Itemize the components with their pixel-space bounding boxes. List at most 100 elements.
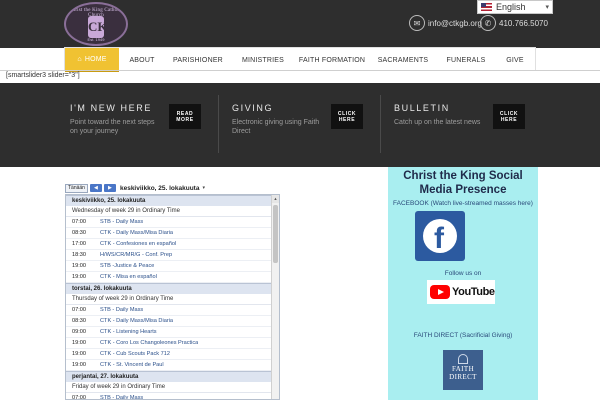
event-title[interactable]: STB - Daily Mass [100,393,143,399]
agenda-event-row[interactable]: 07:00 STB - Daily Mass [66,217,271,228]
event-time: 08:30 [72,318,86,324]
agenda-list: keskiviikko, 25. lokakuuta Wednesday of w… [66,195,271,400]
youtube-logo[interactable]: YouTube [427,280,495,304]
nav-item-sacraments[interactable]: SACRAMENTS [369,48,437,72]
promo-giving: GIVING Electronic giving using Faith Dir… [232,83,382,167]
email-contact[interactable]: ✉ info@ctkgb.org [409,14,482,32]
bulletin-click-here-button[interactable]: CLICK HERE [493,104,525,129]
nav-label: GIVE [506,56,524,64]
event-title[interactable]: CTK - St. Vincent de Paul [100,360,164,370]
agenda-event-row[interactable]: 19:00 CTK - Cub Scouts Pack 712 [66,349,271,360]
event-time: 07:00 [72,219,86,225]
slider-shortcode-text: [smartslider3 slider="3"] [6,72,80,79]
agenda-event-row[interactable]: 19:00 CTK - Misa en español [66,272,271,283]
event-title[interactable]: CTK - Daily Mass/Misa Diaria [100,228,173,238]
scroll-thumb[interactable] [273,205,278,263]
agenda-day-heading: torstai, 26. lokakuuta [66,283,271,294]
chevron-down-icon: ▾ [545,4,549,11]
event-time: 08:30 [72,230,86,236]
agenda-event-row[interactable]: 09:00 CTK - Listening Hearts [66,327,271,338]
promo-subtitle: Catch up on the latest news [394,119,481,126]
agenda-event-row[interactable]: 18:30 H/WS/CR/MR/G - Conf. Prep [66,250,271,261]
promo-title: BULLETIN [394,103,450,113]
nav-item-ministries[interactable]: MINISTRIES [231,48,295,72]
promo-divider [380,95,381,153]
facebook-circle: f [423,219,457,254]
nav-divider [0,70,600,71]
agenda-event-row[interactable]: 08:30 CTK - Daily Mass/Misa Diaria [66,316,271,327]
agenda-week-label: Wednesday of week 29 in Ordinary Time [66,206,271,217]
event-time: 19:00 [72,340,86,346]
agenda-event-row[interactable]: 19:00 STB -Justice & Peace [66,261,271,272]
social-title: Christ the King Social Media Presence [403,170,523,196]
nav-label: SACRAMENTS [377,56,429,64]
promo-subtitle: Point toward the next steps on your jour… [70,119,155,135]
event-title[interactable]: H/WS/CR/MR/G - Conf. Prep [100,250,172,260]
nav-label: PARISHIONER [173,56,223,64]
faith-direct-caption: FAITH DIRECT (Sacrificial Giving) [413,332,513,339]
event-title[interactable]: CTK - Listening Hearts [100,327,157,337]
event-time: 09:00 [72,329,86,335]
event-time: 19:00 [72,263,86,269]
event-title[interactable]: CTK - Coro Los Changoleones Practica [100,338,198,348]
prev-arrow-icon[interactable]: ◀ [89,184,102,192]
agenda-event-row[interactable]: 17:00 CTK - Confesiones en español [66,239,271,250]
event-title[interactable]: CTK - Cub Scouts Pack 712 [100,349,170,359]
nav-label: ABOUT [129,56,155,64]
language-label: English [496,2,526,12]
event-title[interactable]: CTK - Daily Mass/Misa Diaria [100,316,173,326]
us-flag-icon [481,3,492,11]
agenda-event-row[interactable]: 19:00 CTK - Coro Los Changoleones Practic… [66,338,271,349]
agenda-event-row[interactable]: 19:00 CTK - St. Vincent de Paul [66,360,271,371]
nav-item-about[interactable]: ABOUT [119,48,165,72]
agenda-event-row[interactable]: 07:00 STB - Daily Mass [66,393,271,400]
language-select[interactable]: English ▾ [477,0,553,14]
phone-text: 410.766.5070 [499,18,548,28]
giving-click-here-button[interactable]: CLICK HERE [331,104,363,129]
promo-band: I'M NEW HERE Point toward the next steps… [0,83,600,167]
phone-contact[interactable]: ✆ 410.766.5070 [480,14,548,32]
nav-label: FUNERALS [446,56,486,64]
nav-label: FAITH FORMATION [298,56,366,64]
chevron-down-icon[interactable]: ▾ [202,185,205,191]
scroll-up-icon[interactable]: ▲ [272,195,279,203]
agenda-week-label: Thursday of week 29 in Ordinary Time [66,294,271,305]
event-title[interactable]: STB - Daily Mass [100,305,143,315]
event-time: 19:00 [72,351,86,357]
faith-direct-line1: FAITH [451,365,475,373]
read-more-button[interactable]: READ MORE [169,104,201,129]
event-title[interactable]: CTK - Confesiones en español [100,239,176,249]
main-nav: ⌂ HOME ABOUT PARISHIONER MINISTRIES FAIT… [64,47,536,72]
event-time: 07:00 [72,307,86,313]
event-title[interactable]: STB -Justice & Peace [100,261,154,271]
follow-caption: Follow us on [444,270,482,277]
event-time: 07:00 [72,395,86,400]
nav-item-funerals[interactable]: FUNERALS [437,48,495,72]
home-icon: ⌂ [77,55,82,63]
facebook-caption: FACEBOOK (Watch live-streamed masses her… [393,200,533,207]
parish-logo[interactable]: Christ the King Catholic Church CK Est. … [64,2,128,46]
nav-item-faith-formation[interactable]: FAITH FORMATION [295,48,369,72]
agenda-scrollbar[interactable]: ▲ [271,195,279,399]
agenda-event-row[interactable]: 08:30 CTK - Daily Mass/Misa Diaria [66,228,271,239]
event-time: 17:00 [72,241,86,247]
facebook-glyph: f [415,211,465,261]
nav-label: MINISTRIES [241,56,285,64]
event-title[interactable]: STB - Daily Mass [100,217,143,227]
faith-direct-line2: DIRECT [449,373,477,381]
today-button[interactable]: Tänään [65,183,88,193]
agenda-event-row[interactable]: 07:00 STB - Daily Mass [66,305,271,316]
agenda-week-label: Friday of week 29 in Ordinary Time [66,382,271,393]
facebook-logo-icon[interactable]: f [415,211,465,261]
calendar-agenda: keskiviikko, 25. lokakuuta Wednesday of w… [65,194,280,400]
nav-item-give[interactable]: GIVE [495,48,535,72]
nav-item-home[interactable]: ⌂ HOME [65,48,119,72]
logo-bottom-text: Est. 1949 [87,37,105,42]
event-title[interactable]: CTK - Misa en español [100,272,157,282]
youtube-wordmark: YouTube [452,286,495,298]
faith-direct-logo[interactable]: FAITH DIRECT [443,350,483,390]
next-arrow-icon[interactable]: ▶ [103,184,116,192]
nav-item-parishioner[interactable]: PARISHIONER [165,48,231,72]
promo-bulletin: BULLETIN Catch up on the latest news CLI… [394,83,544,167]
nav-label: HOME [84,55,107,63]
